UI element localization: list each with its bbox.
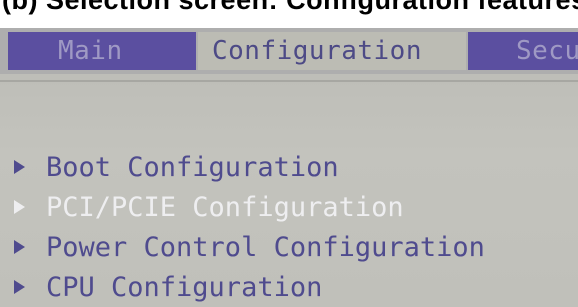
menu-item-power-control-configuration[interactable]: Power Control Configuration bbox=[0, 229, 485, 265]
submenu-arrow-icon bbox=[14, 240, 25, 254]
submenu-arrow-icon bbox=[14, 200, 25, 214]
tab-main[interactable]: Main bbox=[8, 32, 196, 70]
menu-item-label: Boot Configuration bbox=[46, 151, 339, 183]
menu-item-label: PCI/PCIE Configuration bbox=[46, 191, 404, 223]
tab-bar: Main Configuration Security bbox=[0, 28, 578, 74]
submenu-arrow-icon bbox=[14, 280, 25, 294]
submenu-arrow-icon bbox=[14, 160, 25, 174]
header-divider bbox=[0, 80, 578, 82]
menu-item-boot-configuration[interactable]: Boot Configuration bbox=[0, 149, 339, 185]
figure-caption-strip: (b) Selection screen: Configuration feat… bbox=[0, 0, 578, 28]
tab-security-label: Security bbox=[516, 36, 578, 66]
tab-security[interactable]: Security bbox=[468, 32, 578, 70]
figure-caption: (b) Selection screen: Configuration feat… bbox=[2, 0, 578, 15]
tab-configuration-label: Configuration bbox=[212, 36, 422, 66]
menu-item-cpu-configuration[interactable]: CPU Configuration bbox=[0, 269, 322, 305]
menu-item-pci-pcie-configuration[interactable]: PCI/PCIE Configuration bbox=[0, 189, 404, 225]
menu-item-label: CPU Configuration bbox=[46, 271, 323, 303]
bios-screen: Main Configuration Security Boot Configu… bbox=[0, 28, 578, 307]
menu-item-label: Power Control Configuration bbox=[46, 231, 485, 263]
tab-main-label: Main bbox=[58, 36, 123, 66]
tab-configuration[interactable]: Configuration bbox=[198, 32, 466, 70]
